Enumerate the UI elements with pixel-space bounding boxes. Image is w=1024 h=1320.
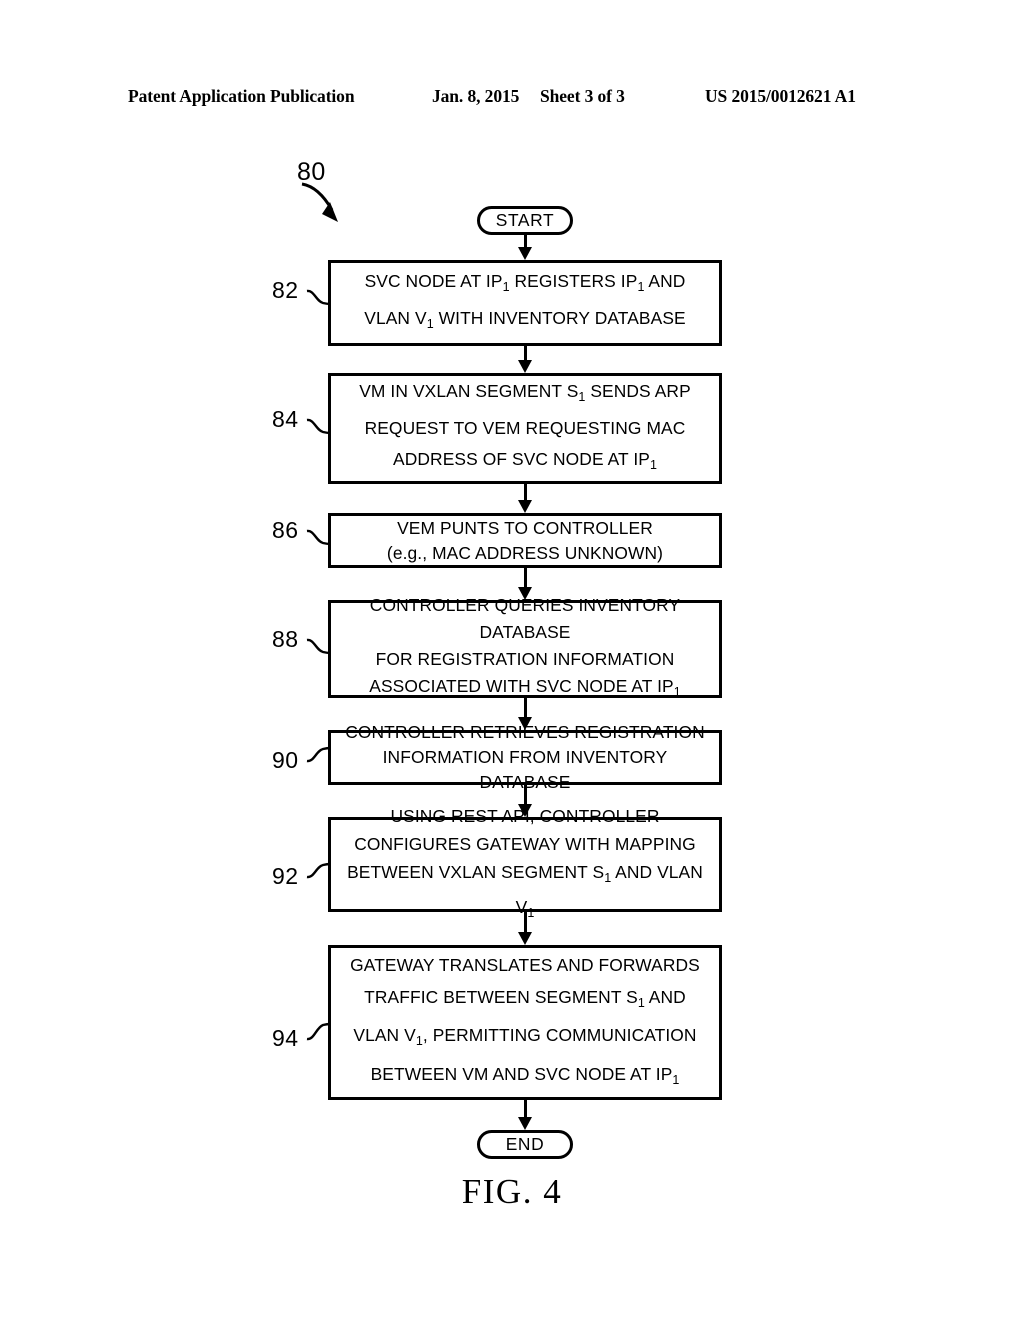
end-label: END bbox=[505, 1133, 545, 1154]
flowchart-start-terminal: START bbox=[477, 206, 573, 235]
connector-84-to-86 bbox=[518, 484, 532, 513]
step-90-text: CONTROLLER RETRIEVES REGISTRATION INFORMA… bbox=[345, 722, 705, 792]
step-ref-86: 86 bbox=[272, 517, 299, 543]
leader-line-88 bbox=[306, 638, 332, 655]
step-84-text: VM IN VXLAN SEGMENT S1 SENDS ARP REQUEST … bbox=[359, 380, 691, 473]
flowchart-step-88: CONTROLLER QUERIES INVENTORY DATABASE FOR… bbox=[328, 595, 722, 699]
step-82-text: SVC NODE AT IP1 REGISTERS IP1 AND VLAN V1… bbox=[364, 270, 686, 332]
step-92-text: USING REST API, CONTROLLER CONFIGURES GAT… bbox=[347, 806, 703, 920]
flowchart-step-92: USING REST API, CONTROLLER CONFIGURES GAT… bbox=[328, 806, 722, 920]
step-94-text: GATEWAY TRANSLATES AND FORWARDS TRAFFIC B… bbox=[350, 955, 700, 1087]
connector-94-to-end bbox=[518, 1100, 532, 1130]
step-ref-82: 82 bbox=[272, 277, 299, 303]
leader-line-82 bbox=[306, 289, 332, 306]
figure-reference-arrow-icon bbox=[301, 182, 338, 222]
flowchart-step-86: VEM PUNTS TO CONTROLLER (e.g., MAC ADDRES… bbox=[328, 513, 722, 568]
leader-line-94 bbox=[306, 1022, 332, 1041]
leader-line-86 bbox=[306, 529, 332, 546]
step-ref-84: 84 bbox=[272, 406, 299, 432]
step-ref-94: 94 bbox=[272, 1025, 299, 1051]
step-ref-90: 90 bbox=[272, 747, 299, 773]
flowchart-step-84: VM IN VXLAN SEGMENT S1 SENDS ARP REQUEST … bbox=[328, 373, 722, 484]
connector-92-to-94 bbox=[518, 912, 532, 945]
flowchart-step-94: GATEWAY TRANSLATES AND FORWARDS TRAFFIC B… bbox=[328, 945, 722, 1100]
connector-82-to-84 bbox=[518, 346, 532, 373]
flowchart-diagram: 80 START SVC NODE AT IP1 REGISTERS IP1 A… bbox=[0, 0, 1024, 1320]
start-label: START bbox=[495, 209, 555, 230]
flowchart-end-terminal: END bbox=[477, 1130, 573, 1159]
step-ref-88: 88 bbox=[272, 626, 299, 652]
step-88-text: CONTROLLER QUERIES INVENTORY DATABASE FOR… bbox=[369, 594, 681, 700]
flowchart-step-90: CONTROLLER RETRIEVES REGISTRATION INFORMA… bbox=[328, 722, 722, 792]
leader-line-84 bbox=[306, 418, 332, 435]
step-ref-92: 92 bbox=[272, 863, 299, 889]
figure-caption: FIG. 4 bbox=[461, 1172, 563, 1211]
connector-start-to-82 bbox=[518, 235, 532, 260]
step-86-text: VEM PUNTS TO CONTROLLER (e.g., MAC ADDRES… bbox=[386, 517, 664, 563]
flowchart-step-82: SVC NODE AT IP1 REGISTERS IP1 AND VLAN V1… bbox=[328, 260, 722, 346]
leader-line-92 bbox=[306, 862, 332, 879]
leader-line-90 bbox=[306, 746, 332, 763]
